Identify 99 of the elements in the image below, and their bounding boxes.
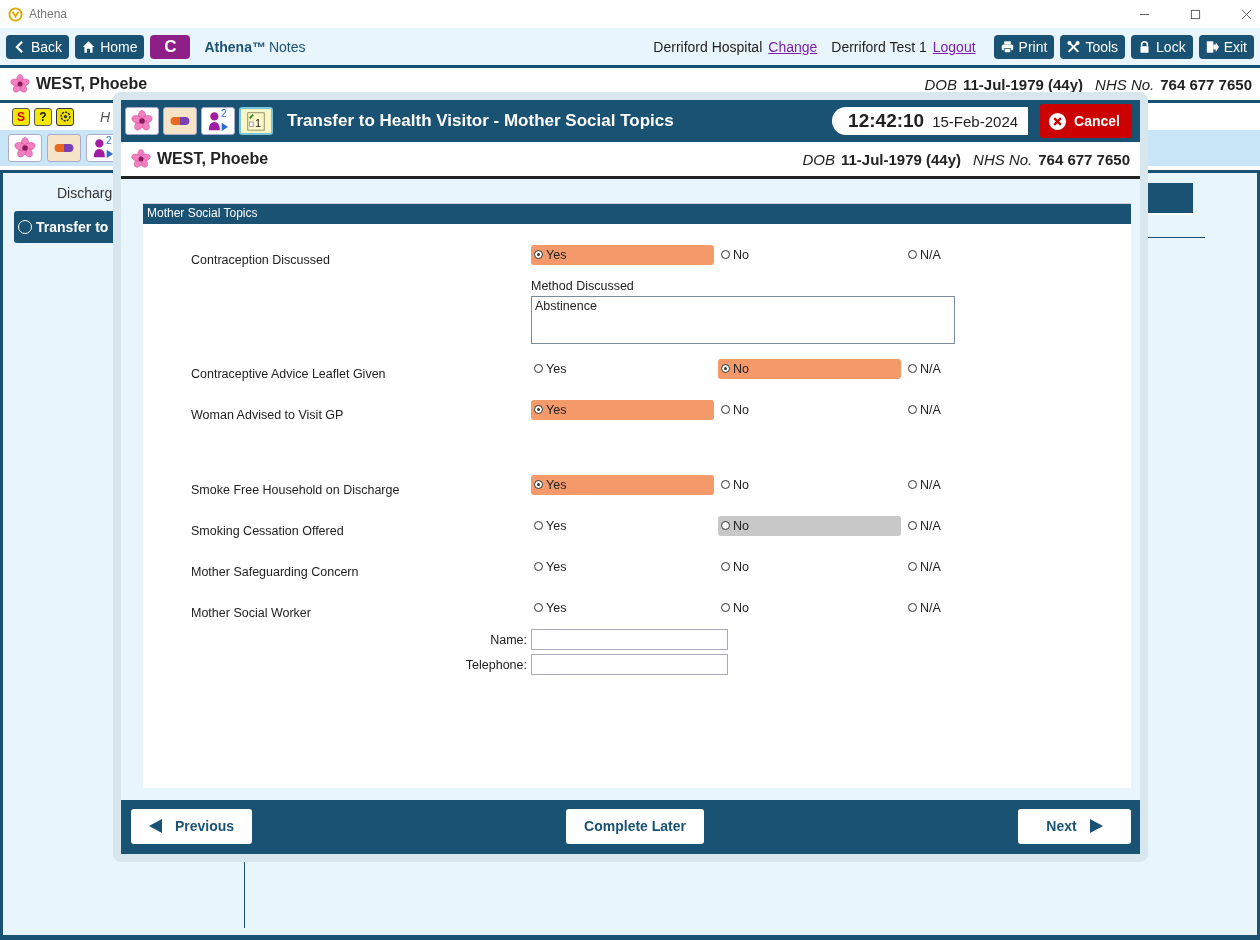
exit-button[interactable]: Exit	[1198, 34, 1254, 59]
radio-option[interactable]: Yes	[531, 556, 714, 577]
triangle-right-icon	[1088, 819, 1103, 833]
field-label: Name:	[490, 632, 527, 647]
patient-name: WEST, Phoebe	[157, 150, 269, 168]
input-field[interactable]	[531, 629, 728, 650]
dob-value: 11-Jul-1979 (44y)	[962, 75, 1084, 93]
dob-label: DOB	[924, 75, 957, 93]
radio-option[interactable]: N/A	[905, 556, 941, 577]
radio-option[interactable]: Yes	[531, 515, 714, 536]
person-arrow-icon	[92, 137, 114, 159]
radio-option[interactable]: No	[718, 515, 901, 536]
home-button[interactable]: Home	[75, 34, 145, 59]
radio-option[interactable]: N/A	[905, 358, 941, 379]
cancel-button[interactable]: Cancel	[1040, 104, 1132, 138]
section-heading: Discharg	[56, 185, 114, 201]
tools-icon	[1067, 39, 1081, 54]
radio-option[interactable]: No	[718, 358, 901, 379]
count-text: 2	[106, 135, 112, 146]
flower-icon	[131, 110, 153, 132]
radio-option[interactable]: N/A	[905, 399, 941, 420]
flower-icon	[10, 74, 30, 94]
exit-door-icon	[1205, 39, 1219, 54]
icon-button[interactable]	[163, 107, 197, 135]
lock-button[interactable]: Lock	[1131, 34, 1193, 59]
section-title: Mother Social Topics	[143, 204, 1131, 224]
radio-option[interactable]: No	[718, 597, 901, 618]
close-icon[interactable]	[1241, 8, 1252, 20]
help-icon[interactable]: ?	[34, 107, 52, 126]
question-label: Contraceptive Advice Leaflet Given	[191, 365, 387, 381]
printer-icon	[1000, 39, 1014, 54]
question-label: Mother Safeguarding Concern	[191, 563, 360, 579]
window-title: Athena	[29, 7, 68, 21]
user-name: Derriford Test 1	[831, 38, 927, 55]
nhs-label: NHS No.	[973, 150, 1033, 168]
field-label: Telephone:	[465, 657, 527, 672]
app-button[interactable]: C	[150, 34, 191, 59]
dob-value: 11-Jul-1979 (44y)	[840, 150, 962, 168]
input-field[interactable]	[531, 654, 728, 675]
question-label: Smoking Cessation Offered	[191, 522, 345, 538]
date-text: 15-Feb-2024	[932, 112, 1019, 130]
close-circle-icon	[1048, 111, 1068, 131]
radio-option[interactable]: N/A	[905, 515, 941, 536]
notepad-icon	[245, 110, 267, 132]
dob-label: DOB	[802, 150, 835, 168]
count-text: 1	[255, 117, 262, 129]
radio-option[interactable]: Yes	[531, 244, 714, 265]
dialog-title: Transfer to Health Visitor - Mother Social Topics	[287, 111, 674, 131]
triangle-left-icon	[149, 819, 163, 833]
info-text: H	[100, 108, 111, 125]
nhs-label: NHS No.	[1095, 75, 1155, 93]
radio-option[interactable]: N/A	[905, 244, 941, 265]
alert-icon[interactable]: S	[12, 107, 30, 126]
flower-icon	[131, 149, 151, 169]
app-subtitle: Notes	[268, 38, 306, 55]
radio-option[interactable]: No	[718, 556, 901, 577]
question-label: Woman Advised to Visit GP	[191, 406, 345, 422]
radio-option[interactable]: N/A	[905, 474, 941, 495]
radio-option[interactable]: Yes	[531, 597, 714, 618]
radio-option[interactable]: Yes	[531, 399, 714, 420]
previous-button[interactable]: Previous	[131, 808, 253, 844]
radio-option[interactable]: No	[718, 474, 901, 495]
app-brand: Athena™	[204, 38, 266, 55]
question-label: Smoke Free Household on Discharge	[191, 481, 401, 497]
chevron-left-icon	[13, 39, 26, 54]
count-text: 2	[221, 108, 227, 119]
change-link[interactable]: Change	[768, 38, 818, 55]
text-area[interactable]: Abstinence	[531, 296, 955, 344]
radio-option[interactable]: Yes	[531, 474, 714, 495]
house-icon	[82, 39, 96, 54]
radio-option[interactable]: N/A	[905, 597, 941, 618]
back-button[interactable]: Back	[6, 34, 70, 59]
radio-option[interactable]: No	[718, 244, 901, 265]
radio-option[interactable]: Yes	[531, 358, 714, 379]
complete-later-button[interactable]: Complete Later	[566, 808, 705, 844]
nhs-number: 764 677 7650	[1160, 75, 1252, 93]
maximize-icon[interactable]	[1190, 8, 1201, 20]
icon-button[interactable]	[125, 107, 159, 135]
settings-icon[interactable]	[56, 107, 74, 126]
person-arrow-icon	[207, 110, 229, 132]
icon-button[interactable]: 2	[201, 107, 235, 135]
nhs-number: 764 677 7650	[1038, 150, 1130, 168]
tools-button[interactable]: Tools	[1060, 34, 1126, 59]
question-label: Mother Social Worker	[191, 604, 312, 620]
padlock-icon	[1138, 39, 1152, 54]
app-logo-icon	[8, 6, 23, 22]
patient-name: WEST, Phoebe	[36, 75, 148, 93]
icon-button[interactable]: 1	[239, 107, 273, 135]
icon-button[interactable]	[8, 134, 42, 162]
field-label: Method Discussed	[531, 279, 635, 293]
radio-option[interactable]: No	[718, 399, 901, 420]
print-button[interactable]: Print	[993, 34, 1055, 59]
time-text: 12:42:10	[848, 110, 925, 132]
icon-button[interactable]	[47, 134, 81, 162]
hospital-name: Derriford Hospital	[653, 38, 763, 55]
question-label: Contraception Discussed	[191, 251, 331, 267]
logout-link[interactable]: Logout	[932, 38, 976, 55]
next-button[interactable]: Next	[1018, 808, 1131, 844]
flower-icon	[14, 137, 36, 159]
